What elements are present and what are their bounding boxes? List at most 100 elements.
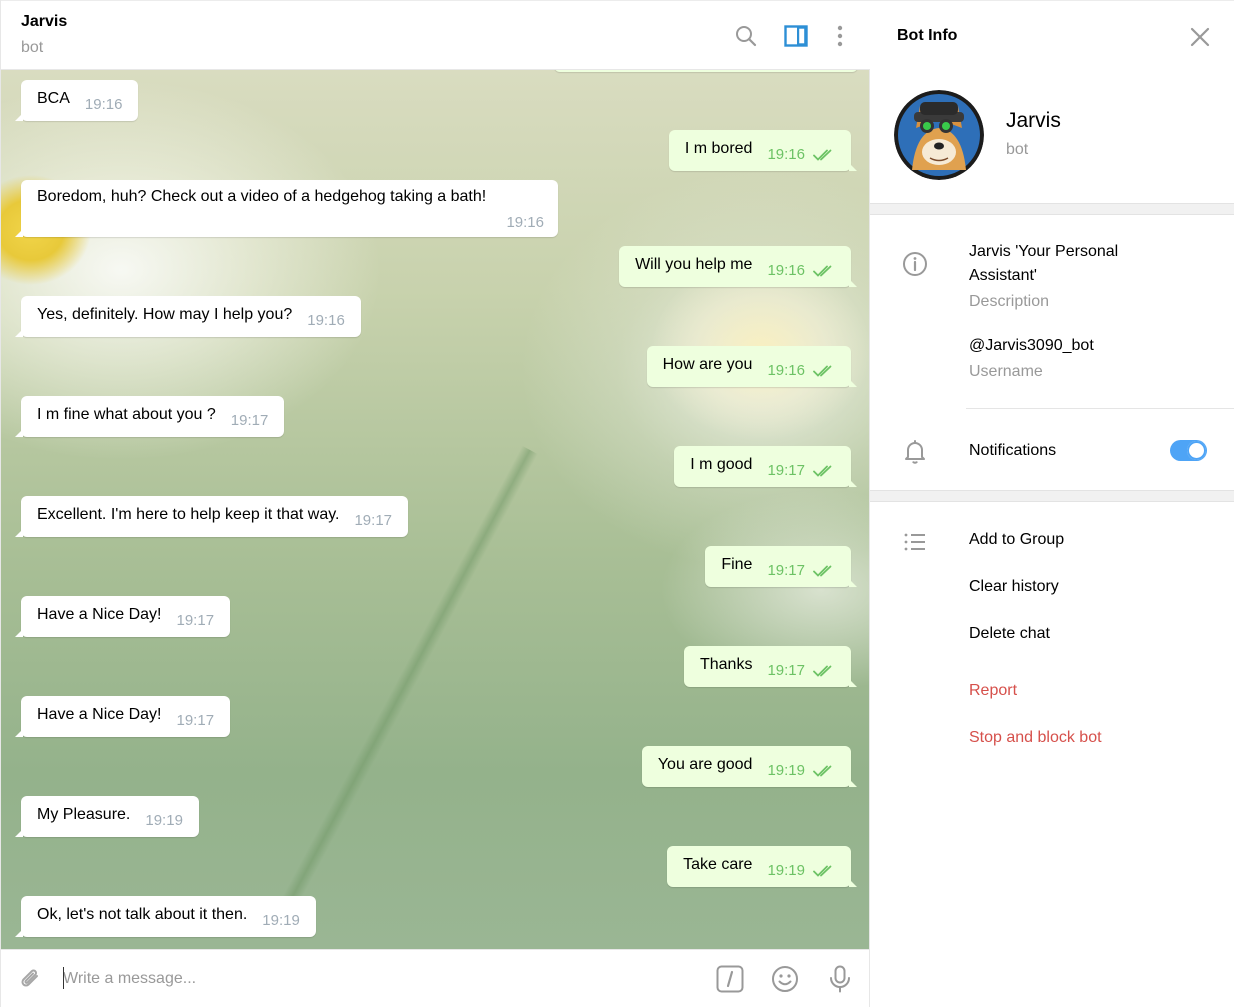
toggle-info-panel-button[interactable] [784, 23, 808, 49]
incoming-message[interactable]: Excellent. I'm here to help keep it that… [15, 496, 409, 537]
row-divider [966, 408, 1234, 409]
message-time: 19:19 [262, 912, 300, 929]
bot-username[interactable]: @Jarvis3090_bot [969, 334, 1094, 358]
message-text: I m fine what about you ? [37, 405, 216, 423]
message-text: I m good [690, 455, 753, 473]
doge-avatar-icon [894, 90, 984, 180]
chat-subtitle: bot [21, 39, 44, 56]
more-menu-button[interactable] [828, 23, 852, 49]
microphone-icon [830, 965, 850, 993]
outgoing-message[interactable]: Take care 19:19 [667, 846, 857, 887]
bell-icon [902, 438, 928, 464]
emoji-button[interactable] [771, 965, 799, 993]
bubble-tail [15, 113, 23, 121]
section-divider [870, 203, 1234, 215]
bubble-tail [15, 729, 23, 737]
incoming-message[interactable]: My Pleasure. 19:19 [15, 796, 199, 837]
incoming-message[interactable]: Ok, let's not talk about it then. 19:19 [15, 896, 316, 937]
double-check-icon [813, 865, 832, 877]
partial-message-bubble [554, 70, 858, 72]
chat-title[interactable]: Jarvis [21, 13, 67, 31]
bubble-tail [849, 163, 857, 171]
message-text: Have a Nice Day! [37, 605, 162, 623]
sidebar-panel-icon [784, 25, 808, 47]
bubble-tail [15, 529, 23, 537]
bubble-tail [15, 229, 23, 237]
outgoing-message[interactable]: Will you help me 19:16 [619, 246, 857, 287]
incoming-message[interactable]: BCA 19:16 [15, 80, 139, 121]
outgoing-message[interactable]: I m bored 19:16 [668, 130, 857, 171]
bot-name: Jarvis [1006, 109, 1061, 132]
add-to-group-button[interactable]: Add to Group [969, 531, 1064, 549]
outgoing-message[interactable]: You are good 19:19 [641, 746, 857, 787]
bubble-tail [849, 779, 857, 787]
info-icon [902, 251, 928, 277]
message-time: 19:16 [767, 146, 805, 163]
double-check-icon [813, 365, 832, 377]
smiley-icon [772, 966, 798, 992]
attach-button[interactable] [17, 965, 45, 993]
search-button[interactable] [734, 23, 758, 49]
bubble-tail [849, 679, 857, 687]
close-info-button[interactable] [1188, 25, 1212, 49]
message-time: 19:17 [767, 462, 805, 479]
message-time: 19:16 [767, 262, 805, 279]
search-icon [736, 26, 757, 47]
message-text: Boredom, huh? Check out a video of a hed… [37, 188, 487, 205]
bubble-tail [15, 429, 23, 437]
message-time: 19:17 [176, 612, 215, 629]
chat-header[interactable]: Jarvis bot [1, 0, 870, 70]
bot-info-panel: Bot Info Jarvis bot Jarvis 'Your Persona… [869, 0, 1234, 1007]
message-time: 19:19 [767, 862, 805, 879]
avatar[interactable] [894, 90, 984, 180]
chat-panel: Jarvis bot BCA 19:16 I m bored 19:16 Boredom… [0, 0, 870, 1007]
message-time: 19:16 [307, 312, 345, 329]
list-icon [902, 529, 928, 555]
slash-command-icon [716, 965, 744, 993]
message-text: BCA [37, 89, 70, 107]
message-input[interactable] [63, 967, 663, 991]
clear-history-button[interactable]: Clear history [969, 578, 1059, 596]
double-check-icon [813, 665, 832, 677]
incoming-message[interactable]: Have a Nice Day! 19:17 [15, 696, 231, 737]
bubble-tail [15, 829, 23, 837]
double-check-icon [813, 265, 832, 277]
message-time: 19:19 [767, 762, 805, 779]
message-time: 19:17 [176, 712, 215, 729]
bot-commands-button[interactable] [716, 965, 744, 993]
message-time: 19:16 [767, 362, 805, 379]
notifications-toggle[interactable] [1170, 440, 1207, 461]
message-list[interactable]: BCA 19:16 I m bored 19:16 Boredom, huh? Chec… [1, 70, 870, 949]
composer [1, 949, 870, 1007]
incoming-message[interactable]: Have a Nice Day! 19:17 [15, 596, 231, 637]
bubble-tail [849, 279, 857, 287]
message-text: Thanks [699, 655, 753, 673]
report-button[interactable]: Report [969, 682, 1017, 700]
bubble-tail [849, 879, 857, 887]
paperclip-icon [21, 969, 38, 987]
bubble-tail [15, 629, 23, 637]
username-label: Username [969, 363, 1043, 380]
message-time: 19:19 [145, 812, 183, 829]
outgoing-message[interactable]: Thanks 19:17 [683, 646, 857, 687]
notifications-label: Notifications [969, 442, 1057, 459]
double-check-icon [813, 565, 832, 577]
outgoing-message[interactable]: Fine 19:17 [705, 546, 857, 587]
voice-record-button[interactable] [826, 965, 854, 993]
incoming-message[interactable]: Yes, definitely. How may I help you? 19:1… [15, 296, 361, 337]
info-header: Bot Info [870, 0, 1234, 70]
delete-chat-button[interactable]: Delete chat [969, 625, 1050, 643]
close-icon [1190, 27, 1210, 47]
incoming-message[interactable]: I m fine what about you ? 19:17 [15, 396, 285, 437]
outgoing-message[interactable]: I m good 19:17 [674, 446, 857, 487]
message-time: 19:16 [506, 214, 544, 231]
incoming-message[interactable]: Boredom, huh? Check out a video of a hed… [15, 180, 558, 237]
info-title: Bot Info [897, 27, 958, 44]
message-text: I m bored [684, 139, 753, 157]
outgoing-message[interactable]: How are you 19:16 [646, 346, 857, 387]
description-label: Description [969, 293, 1050, 310]
more-vertical-icon [837, 25, 843, 47]
stop-and-block-bot-button[interactable]: Stop and block bot [969, 729, 1102, 747]
message-text: Have a Nice Day! [37, 705, 162, 723]
message-text: Ok, let's not talk about it then. [37, 905, 248, 923]
